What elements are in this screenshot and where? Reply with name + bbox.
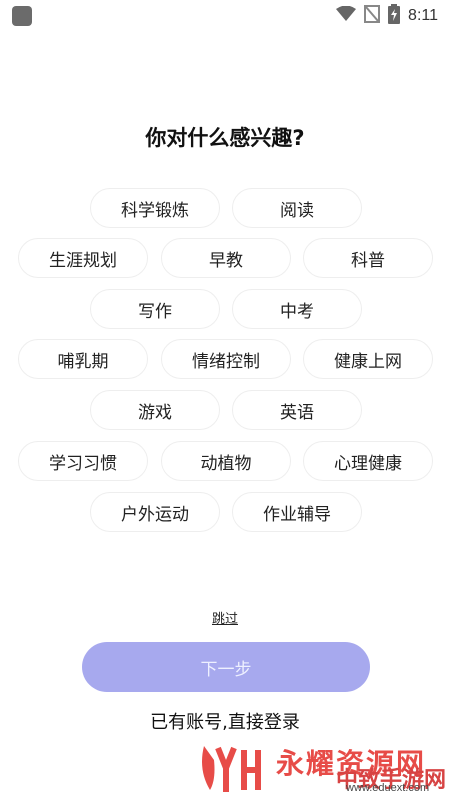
interest-chip[interactable]: 健康上网 — [303, 339, 433, 379]
status-bar: 8:11 — [0, 0, 450, 30]
watermark-logo-icon — [196, 740, 266, 800]
no-signal-icon — [364, 5, 381, 27]
interest-chip[interactable]: 科学锻炼 — [90, 188, 220, 228]
login-link[interactable]: 已有账号,直接登录 — [0, 708, 450, 734]
watermark: 永耀资源网 中致手游网 www.eduext.com — [196, 738, 446, 798]
interest-chip[interactable]: 科普 — [303, 238, 433, 278]
battery-charging-icon — [388, 4, 401, 28]
interest-chip[interactable]: 生涯规划 — [18, 238, 148, 278]
interest-chip[interactable]: 游戏 — [90, 390, 220, 430]
interest-chip[interactable]: 情绪控制 — [161, 339, 291, 379]
interest-chip[interactable]: 阅读 — [232, 188, 362, 228]
watermark-url: www.eduext.com — [346, 782, 430, 794]
interest-chip[interactable]: 动植物 — [161, 441, 291, 481]
interest-chip[interactable]: 早教 — [161, 238, 291, 278]
skip-link[interactable]: 跳过 — [0, 608, 450, 627]
wifi-icon — [336, 5, 357, 26]
status-time: 8:11 — [408, 7, 438, 24]
page-title: 你对什么感兴趣? — [145, 126, 305, 150]
interest-chip[interactable]: 户外运动 — [90, 492, 220, 532]
next-button[interactable]: 下一步 — [82, 642, 370, 692]
interest-chip[interactable]: 中考 — [232, 289, 362, 329]
interest-chip[interactable]: 心理健康 — [303, 441, 433, 481]
interest-chip[interactable]: 英语 — [232, 390, 362, 430]
interest-chip[interactable]: 哺乳期 — [18, 339, 148, 379]
interest-chip[interactable]: 作业辅导 — [232, 492, 362, 532]
app-notification-icon — [12, 6, 32, 26]
interest-chip[interactable]: 写作 — [90, 289, 220, 329]
interest-chip[interactable]: 学习习惯 — [18, 441, 148, 481]
